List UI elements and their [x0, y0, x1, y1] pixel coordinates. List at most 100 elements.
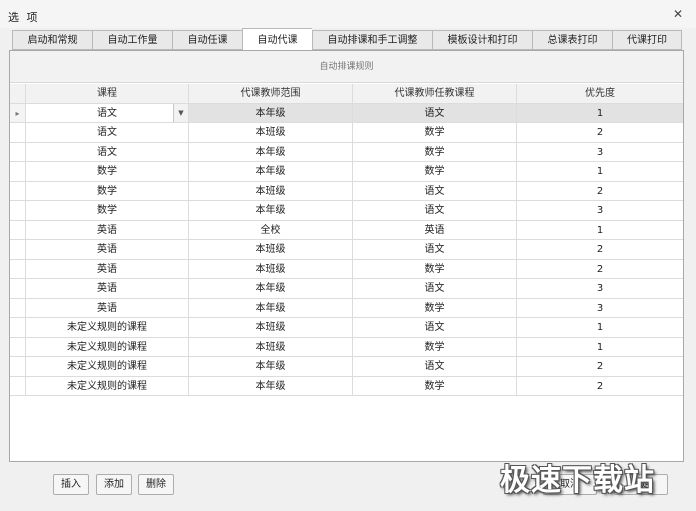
teacher-scope-cell[interactable]: 本年级 — [189, 279, 353, 298]
priority-cell[interactable]: 2 — [517, 182, 683, 201]
teacher-scope-cell[interactable]: 本班级 — [189, 318, 353, 337]
priority-cell[interactable]: 3 — [517, 279, 683, 298]
table-row[interactable]: ▸ 语文 ▼ 本年级 语文 1 — [10, 103, 683, 123]
table-row[interactable]: 未定义规则的课程 本班级 数学 1 — [10, 337, 683, 357]
teacher-course-cell[interactable]: 英语 — [353, 220, 517, 239]
priority-cell[interactable]: 3 — [517, 201, 683, 220]
column-header-teacher-course[interactable]: 代课教师任教课程 — [353, 84, 517, 103]
teacher-course-cell[interactable]: 语文 — [353, 279, 517, 298]
table-row[interactable]: 英语 本班级 语文 2 — [10, 240, 683, 260]
teacher-course-cell[interactable]: 数学 — [353, 123, 517, 142]
row-indicator[interactable] — [10, 318, 26, 337]
column-header-teacher-scope[interactable]: 代课教师范围 — [189, 84, 353, 103]
course-cell[interactable]: 数学 — [26, 201, 189, 220]
course-cell[interactable]: 未定义规则的课程 — [26, 357, 189, 376]
table-row[interactable]: 英语 本班级 数学 2 — [10, 259, 683, 279]
column-header-priority[interactable]: 优先度 — [517, 84, 683, 103]
priority-cell[interactable]: 3 — [517, 143, 683, 162]
tab-auto-substitute[interactable]: 自动代课 — [242, 28, 312, 50]
teacher-course-cell[interactable]: 数学 — [353, 376, 517, 395]
teacher-scope-cell[interactable]: 本年级 — [189, 201, 353, 220]
row-indicator[interactable] — [10, 201, 26, 220]
priority-cell[interactable]: 1 — [517, 338, 683, 357]
tab-substitute-print[interactable]: 代课打印 — [612, 30, 682, 50]
priority-cell[interactable]: 1 — [517, 221, 683, 240]
teacher-scope-cell[interactable]: 本班级 — [189, 337, 353, 356]
tab-startup-general[interactable]: 启动和常规 — [12, 30, 92, 50]
priority-cell[interactable]: 2 — [517, 123, 683, 142]
row-indicator[interactable] — [10, 279, 26, 298]
column-header-course[interactable]: 课程 — [26, 84, 189, 103]
course-cell[interactable]: 英语 — [26, 298, 189, 317]
row-indicator[interactable] — [10, 259, 26, 278]
table-row[interactable]: 数学 本年级 语文 3 — [10, 201, 683, 221]
teacher-scope-cell[interactable]: 本班级 — [189, 240, 353, 259]
priority-cell[interactable]: 2 — [517, 377, 683, 396]
table-row[interactable]: 未定义规则的课程 本年级 语文 2 — [10, 357, 683, 377]
teacher-scope-cell[interactable]: 本班级 — [189, 123, 353, 142]
row-indicator[interactable] — [10, 240, 26, 259]
tab-master-schedule-print[interactable]: 总课表打印 — [532, 30, 612, 50]
row-indicator[interactable]: ▸ — [10, 103, 26, 122]
row-indicator[interactable] — [10, 181, 26, 200]
teacher-course-cell[interactable]: 数学 — [353, 259, 517, 278]
teacher-course-cell[interactable]: 数学 — [353, 337, 517, 356]
teacher-scope-cell[interactable]: 全校 — [189, 220, 353, 239]
course-cell[interactable]: 语文 — [26, 142, 189, 161]
tab-auto-schedule-manual-adjust[interactable]: 自动排课和手工调整 — [312, 30, 432, 50]
add-button[interactable]: 添加 — [96, 474, 132, 495]
teacher-scope-cell[interactable]: 本年级 — [189, 103, 353, 122]
course-cell[interactable]: 数学 — [26, 181, 189, 200]
course-cell[interactable]: 英语 — [26, 240, 189, 259]
teacher-course-cell[interactable]: 语文 — [353, 318, 517, 337]
course-cell[interactable]: 未定义规则的课程 — [26, 376, 189, 395]
course-cell[interactable]: 未定义规则的课程 — [26, 337, 189, 356]
tab-auto-workload[interactable]: 自动工作量 — [92, 30, 172, 50]
teacher-scope-cell[interactable]: 本年级 — [189, 376, 353, 395]
teacher-scope-cell[interactable]: 本班级 — [189, 259, 353, 278]
table-row[interactable]: 英语 本年级 数学 3 — [10, 298, 683, 318]
course-cell[interactable]: 未定义规则的课程 — [26, 318, 189, 337]
priority-cell[interactable]: 1 — [517, 318, 683, 337]
delete-button[interactable]: 删除 — [138, 474, 174, 495]
priority-cell[interactable]: 1 — [517, 162, 683, 181]
priority-cell[interactable]: 1 — [517, 103, 683, 122]
teacher-scope-cell[interactable]: 本年级 — [189, 142, 353, 161]
teacher-course-cell[interactable]: 语文 — [353, 201, 517, 220]
insert-button[interactable]: 插入 — [53, 474, 89, 495]
course-cell[interactable]: 英语 — [26, 220, 189, 239]
row-indicator[interactable] — [10, 220, 26, 239]
table-row[interactable]: 数学 本年级 数学 1 — [10, 162, 683, 182]
teacher-course-cell[interactable]: 数学 — [353, 298, 517, 317]
table-row[interactable]: 语文 本班级 数学 2 — [10, 123, 683, 143]
table-row[interactable]: 英语 本年级 语文 3 — [10, 279, 683, 299]
course-cell[interactable]: 语文 ▼ — [26, 103, 189, 122]
row-indicator[interactable] — [10, 123, 26, 142]
row-indicator[interactable] — [10, 337, 26, 356]
priority-cell[interactable]: 2 — [517, 357, 683, 376]
teacher-course-cell[interactable]: 语文 — [353, 240, 517, 259]
row-indicator[interactable] — [10, 298, 26, 317]
table-row[interactable]: 未定义规则的课程 本班级 语文 1 — [10, 318, 683, 338]
row-indicator[interactable] — [10, 142, 26, 161]
course-cell[interactable]: 英语 — [26, 279, 189, 298]
close-icon[interactable]: ✕ — [670, 6, 686, 22]
table-row[interactable]: 英语 全校 英语 1 — [10, 220, 683, 240]
priority-cell[interactable]: 3 — [517, 299, 683, 318]
chevron-down-icon[interactable]: ▼ — [173, 103, 188, 122]
row-indicator[interactable] — [10, 376, 26, 395]
table-row[interactable]: 语文 本年级 数学 3 — [10, 142, 683, 162]
teacher-course-cell[interactable]: 语文 — [353, 357, 517, 376]
teacher-scope-cell[interactable]: 本班级 — [189, 181, 353, 200]
teacher-scope-cell[interactable]: 本年级 — [189, 162, 353, 181]
teacher-scope-cell[interactable]: 本年级 — [189, 357, 353, 376]
tab-auto-teaching[interactable]: 自动任课 — [172, 30, 242, 50]
table-row[interactable]: 数学 本班级 语文 2 — [10, 181, 683, 201]
priority-cell[interactable]: 2 — [517, 260, 683, 279]
row-indicator[interactable] — [10, 162, 26, 181]
teacher-course-cell[interactable]: 语文 — [353, 103, 517, 122]
teacher-course-cell[interactable]: 数学 — [353, 162, 517, 181]
teacher-scope-cell[interactable]: 本年级 — [189, 298, 353, 317]
teacher-course-cell[interactable]: 语文 — [353, 181, 517, 200]
tab-template-design-print[interactable]: 模板设计和打印 — [432, 30, 532, 50]
